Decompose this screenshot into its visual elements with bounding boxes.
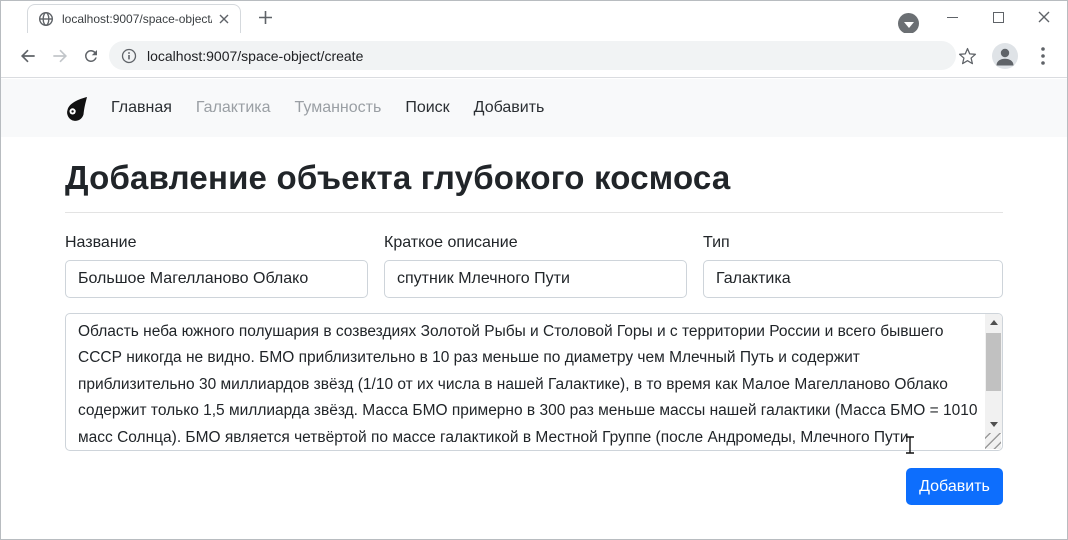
submit-add-button[interactable]: Добавить [906,468,1003,505]
name-field-group: Название [65,234,368,298]
bookmark-star-icon[interactable] [953,42,981,70]
tab-strip: localhost:9007/space-object/crea [1,1,1067,33]
type-input[interactable] [703,260,1003,298]
text-cursor [904,436,916,459]
nav-links: Главная Галактика Туманность Поиск Добав… [111,99,544,117]
page-title: Добавление объекта глубокого космоса [65,159,730,197]
short-description-field-group: Краткое описание [384,234,687,298]
name-label: Название [65,234,368,252]
globe-favicon-icon [38,11,54,27]
nav-item-nebula[interactable]: Туманность [295,99,382,117]
comet-logo-icon[interactable] [63,95,89,121]
description-text[interactable]: Область неба южного полушария в созвезди… [66,314,984,450]
nav-item-home[interactable]: Главная [111,99,172,117]
scrollbar-thumb[interactable] [986,333,1001,391]
window-controls [929,1,1067,33]
scroll-down-icon[interactable] [985,416,1002,433]
forward-icon[interactable] [46,42,74,70]
nav-item-add[interactable]: Добавить [474,99,545,117]
chrome-update-icon[interactable] [898,13,919,34]
nav-item-search[interactable]: Поиск [405,99,449,117]
url-bar[interactable]: localhost:9007/space-object/create [109,41,956,70]
resize-grip[interactable] [985,433,1001,449]
type-label: Тип [703,234,1003,252]
description-textarea[interactable]: Область неба южного полушария в созвезди… [65,313,1003,451]
site-info-icon[interactable] [121,48,137,64]
tab-title: localhost:9007/space-object/crea [62,12,212,26]
tab-close-icon[interactable] [216,11,232,27]
profile-avatar-icon[interactable] [991,42,1019,70]
maximize-button[interactable] [975,1,1021,33]
browser-window: localhost:9007/space-object/crea [0,0,1068,540]
title-divider [65,212,1003,213]
refresh-icon[interactable] [77,42,105,70]
short-description-label: Краткое описание [384,234,687,252]
minimize-button[interactable] [929,1,975,33]
new-tab-icon[interactable] [257,9,274,26]
type-field-group: Тип [703,234,1003,298]
name-input[interactable] [65,260,368,298]
close-button[interactable] [1021,1,1067,33]
browser-tab[interactable]: localhost:9007/space-object/crea [27,4,241,33]
scroll-up-icon[interactable] [985,314,1002,331]
back-icon[interactable] [14,42,42,70]
url-text[interactable]: localhost:9007/space-object/create [147,48,363,64]
browser-toolbar: localhost:9007/space-object/create [1,33,1067,78]
site-navbar: Главная Галактика Туманность Поиск Добав… [1,79,1067,137]
page-content: Главная Галактика Туманность Поиск Добав… [1,79,1067,540]
short-description-input[interactable] [384,260,687,298]
menu-dots-icon[interactable] [1029,42,1057,70]
nav-item-galaxy[interactable]: Галактика [196,99,271,117]
textarea-scrollbar[interactable] [985,314,1002,433]
